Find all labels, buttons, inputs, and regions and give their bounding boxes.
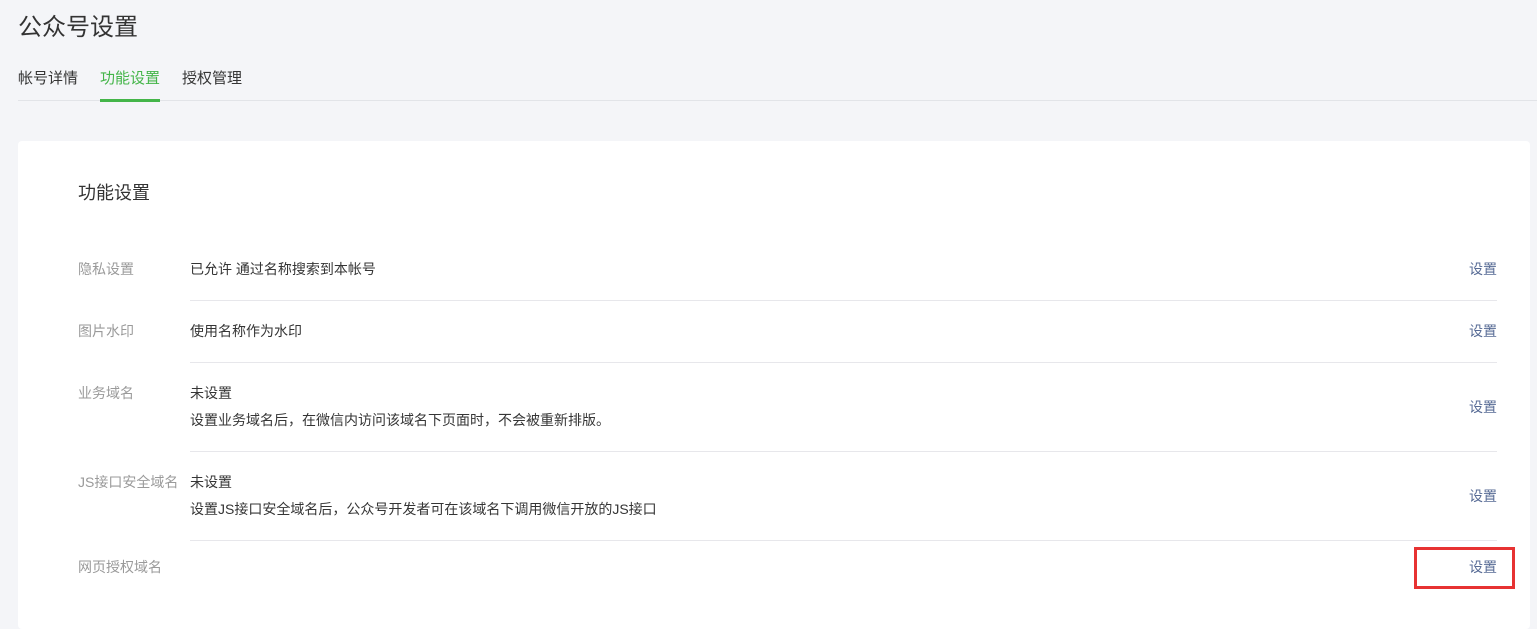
settings-action-link[interactable]: 设置 bbox=[1469, 399, 1497, 415]
row-label: JS接口安全域名 bbox=[78, 452, 190, 541]
row-label: 图片水印 bbox=[78, 301, 190, 363]
row-body: 未设置设置业务域名后，在微信内访问该域名下页面时，不会被重新排版。 设置 bbox=[190, 363, 1497, 452]
settings-row: 网页授权域名 设置 bbox=[78, 541, 1497, 599]
row-content: 未设置设置业务域名后，在微信内访问该域名下页面时，不会被重新排版。 bbox=[190, 383, 610, 430]
row-value: 已允许 通过名称搜索到本帐号 bbox=[190, 259, 376, 279]
settings-row: 业务域名未设置设置业务域名后，在微信内访问该域名下页面时，不会被重新排版。 设置 bbox=[78, 363, 1497, 452]
row-value: 使用名称作为水印 bbox=[190, 321, 302, 341]
panel-heading: 功能设置 bbox=[78, 183, 1497, 203]
settings-rows: 隐私设置已允许 通过名称搜索到本帐号设置图片水印使用名称作为水印设置业务域名未设… bbox=[78, 239, 1497, 599]
tab-bar: 帐号详情功能设置授权管理 bbox=[18, 71, 1537, 101]
settings-row: JS接口安全域名未设置设置JS接口安全域名后，公众号开发者可在该域名下调用微信开… bbox=[78, 452, 1497, 541]
settings-action-link[interactable]: 设置 bbox=[1469, 488, 1497, 504]
row-description: 设置JS接口安全域名后，公众号开发者可在该域名下调用微信开放的JS接口 bbox=[190, 499, 657, 519]
settings-panel: 功能设置 隐私设置已允许 通过名称搜索到本帐号设置图片水印使用名称作为水印设置业… bbox=[18, 141, 1530, 629]
row-body: 未设置设置JS接口安全域名后，公众号开发者可在该域名下调用微信开放的JS接口 设置 bbox=[190, 452, 1497, 541]
row-value: 未设置 bbox=[190, 383, 610, 403]
highlight-box: 设置 bbox=[1414, 547, 1515, 589]
tab-function-settings[interactable]: 功能设置 bbox=[100, 71, 160, 102]
row-label: 隐私设置 bbox=[78, 239, 190, 301]
row-value: 未设置 bbox=[190, 472, 657, 492]
row-body: 设置 bbox=[190, 541, 1497, 599]
tab-account-details[interactable]: 帐号详情 bbox=[18, 71, 78, 100]
settings-row: 隐私设置已允许 通过名称搜索到本帐号 设置 bbox=[78, 239, 1497, 301]
settings-action-link[interactable]: 设置 bbox=[1469, 261, 1497, 277]
page-header: 公众号设置 帐号详情功能设置授权管理 bbox=[0, 0, 1537, 101]
row-body: 已允许 通过名称搜索到本帐号 设置 bbox=[190, 239, 1497, 301]
row-label: 网页授权域名 bbox=[78, 541, 190, 599]
tab-authorization-management[interactable]: 授权管理 bbox=[182, 71, 242, 100]
row-label: 业务域名 bbox=[78, 363, 190, 452]
row-content: 使用名称作为水印 bbox=[190, 321, 302, 341]
settings-action-link[interactable]: 设置 bbox=[1469, 559, 1497, 575]
row-content: 未设置设置JS接口安全域名后，公众号开发者可在该域名下调用微信开放的JS接口 bbox=[190, 472, 657, 519]
row-body: 使用名称作为水印 设置 bbox=[190, 301, 1497, 363]
row-description: 设置业务域名后，在微信内访问该域名下页面时，不会被重新排版。 bbox=[190, 410, 610, 430]
settings-row: 图片水印使用名称作为水印 设置 bbox=[78, 301, 1497, 363]
page-title: 公众号设置 bbox=[18, 15, 1537, 41]
settings-action-link[interactable]: 设置 bbox=[1469, 323, 1497, 339]
row-content: 已允许 通过名称搜索到本帐号 bbox=[190, 259, 376, 279]
